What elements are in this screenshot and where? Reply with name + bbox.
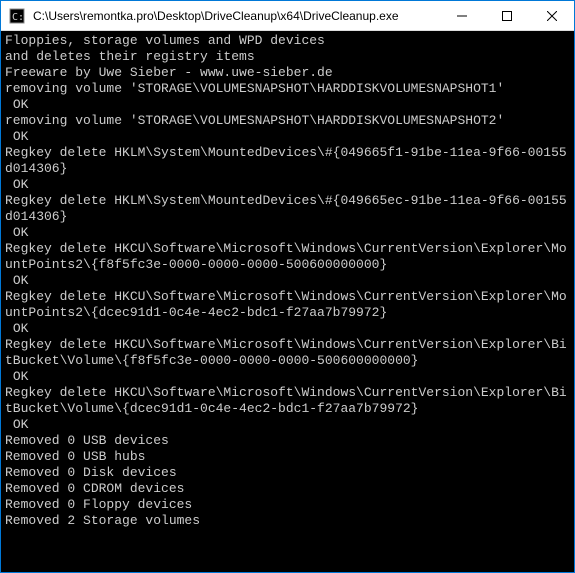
window-title: C:\Users\remontka.pro\Desktop\DriveClean… (33, 9, 439, 23)
console-line: Removed 0 CDROM devices (5, 481, 570, 497)
console-line: OK (5, 225, 570, 241)
window-controls (439, 1, 574, 30)
console-line: Removed 0 Floppy devices (5, 497, 570, 513)
console-line: and deletes their registry items (5, 49, 570, 65)
close-button[interactable] (529, 1, 574, 30)
console-line: OK (5, 177, 570, 193)
svg-text:C:: C: (12, 12, 24, 23)
console-line: Regkey delete HKLM\System\MountedDevices… (5, 145, 570, 177)
console-output: Floppies, storage volumes and WPD device… (1, 31, 574, 572)
console-line: OK (5, 273, 570, 289)
console-line: OK (5, 321, 570, 337)
console-line: OK (5, 369, 570, 385)
console-line: Regkey delete HKCU\Software\Microsoft\Wi… (5, 337, 570, 369)
console-line: Floppies, storage volumes and WPD device… (5, 33, 570, 49)
console-line: Removed 0 USB hubs (5, 449, 570, 465)
console-line: Removed 2 Storage volumes (5, 513, 570, 529)
console-line: Removed 0 Disk devices (5, 465, 570, 481)
titlebar: C: C:\Users\remontka.pro\Desktop\DriveCl… (1, 1, 574, 31)
console-line: Freeware by Uwe Sieber - www.uwe-sieber.… (5, 65, 570, 81)
minimize-button[interactable] (439, 1, 484, 30)
console-line: removing volume 'STORAGE\VOLUMESNAPSHOT\… (5, 81, 570, 97)
console-line: Removed 0 USB devices (5, 433, 570, 449)
console-line: Regkey delete HKLM\System\MountedDevices… (5, 193, 570, 225)
console-line: Regkey delete HKCU\Software\Microsoft\Wi… (5, 385, 570, 417)
console-line: Regkey delete HKCU\Software\Microsoft\Wi… (5, 241, 570, 273)
console-line: OK (5, 129, 570, 145)
console-line: Regkey delete HKCU\Software\Microsoft\Wi… (5, 289, 570, 321)
console-line: OK (5, 97, 570, 113)
maximize-button[interactable] (484, 1, 529, 30)
console-line: removing volume 'STORAGE\VOLUMESNAPSHOT\… (5, 113, 570, 129)
app-icon: C: (9, 8, 25, 24)
console-line: OK (5, 417, 570, 433)
